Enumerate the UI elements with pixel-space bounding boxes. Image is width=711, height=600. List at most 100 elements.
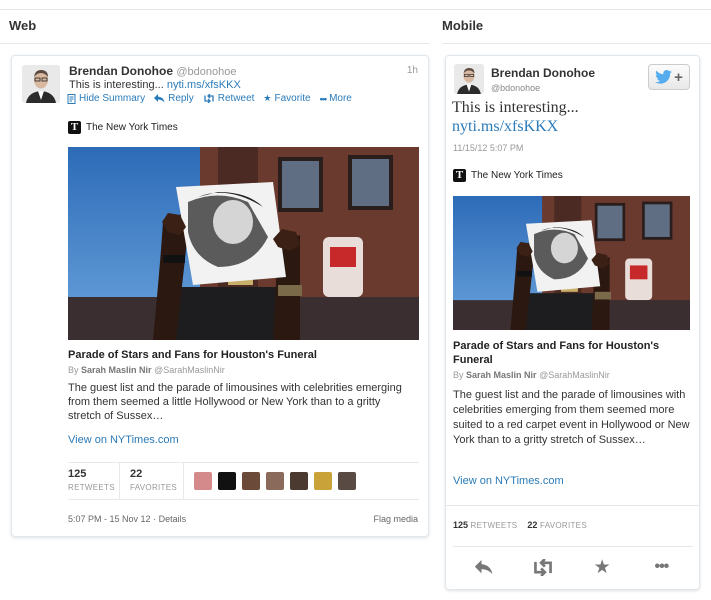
retweet-label: Retweet [217, 93, 255, 104]
article-summary: The guest list and the parade of limousi… [68, 382, 402, 422]
more-button[interactable]: ••• More [320, 93, 352, 104]
article-photo[interactable] [453, 196, 690, 330]
favorites-count: 22 [130, 468, 143, 480]
favoriter-avatar[interactable] [314, 472, 332, 490]
mobile-section-divider [442, 43, 711, 44]
tweet-link[interactable]: nyti.ms/xfsKKX [452, 117, 579, 136]
article-summary: The guest list and the parade of limousi… [453, 389, 690, 446]
retweets-count: 125 [68, 468, 87, 480]
tweet-body: This is interesting... [69, 79, 164, 91]
reply-button[interactable]: Reply [154, 93, 194, 104]
author-name[interactable]: Brendan Donohoe [491, 66, 595, 80]
footer-separator: · [153, 514, 157, 524]
byline-handle[interactable]: @SarahMaslinNir [154, 365, 225, 375]
more-button[interactable]: ••• [644, 555, 678, 579]
top-divider [0, 9, 711, 10]
stat-divider [183, 463, 184, 500]
retweets-label: RETWEETS [68, 483, 115, 492]
byline-author[interactable]: Sarah Maslin Nir [466, 370, 537, 380]
more-label: More [329, 93, 352, 104]
article-headline[interactable]: Parade of Stars and Fans for Houston's F… [68, 349, 317, 361]
mobile-tweet-card: Brendan Donohoe @bdonohoe + This is inte… [445, 55, 700, 590]
retweet-button[interactable] [526, 555, 560, 579]
author-name[interactable]: Brendan Donohoe @bdonohoe [69, 64, 236, 78]
web-section-title: Web [9, 18, 37, 33]
article-byline: By Sarah Maslin Nir @SarahMaslinNir [453, 370, 610, 380]
author-name-text[interactable]: Brendan Donohoe [69, 64, 173, 78]
nyt-logo-icon: T [453, 169, 466, 182]
star-icon: ★ [263, 93, 272, 103]
retweet-icon [204, 94, 214, 103]
divider [446, 505, 699, 506]
publisher-row[interactable]: T The New York Times [68, 121, 178, 134]
retweet-icon [533, 558, 552, 576]
favorite-button[interactable]: ★ Favorite [263, 93, 310, 104]
hide-summary-button[interactable]: Hide Summary [67, 93, 145, 104]
retweet-button[interactable]: Retweet [203, 93, 255, 104]
footer-timestamp[interactable]: 5:07 PM - 15 Nov 12 [68, 514, 151, 524]
nyt-logo-icon: T [68, 121, 81, 134]
view-on-nytimes-link[interactable]: View on NYTimes.com [453, 475, 564, 487]
more-icon: ••• [654, 558, 669, 575]
twitter-bird-icon [655, 70, 673, 84]
reply-label: Reply [168, 93, 194, 104]
web-tweet-card: Brendan Donohoe @bdonohoe 1h This is int… [11, 55, 429, 537]
star-icon: ★ [593, 556, 611, 578]
favorite-button[interactable]: ★ [585, 555, 619, 579]
byline-handle[interactable]: @SarahMaslinNir [539, 370, 610, 380]
avatar[interactable] [454, 64, 484, 94]
mobile-section-title: Mobile [442, 18, 484, 33]
favoriter-avatar[interactable] [290, 472, 308, 490]
follow-button[interactable]: + [648, 64, 690, 90]
retweets-label[interactable]: RETWEETS [471, 521, 518, 530]
byline-author[interactable]: Sarah Maslin Nir [81, 365, 152, 375]
article-byline: By Sarah Maslin Nir @SarahMaslinNir [68, 365, 225, 375]
favoriter-avatar[interactable] [338, 472, 356, 490]
favorite-label: Favorite [274, 93, 311, 104]
tweet-text: This is interesting... nyti.ms/xfsKKX [69, 79, 241, 91]
tweet-date: 11/15/12 5:07 PM [453, 143, 524, 153]
tweet-body: This is interesting... [452, 99, 579, 116]
favorites-stat[interactable]: 22 FAVORITES [130, 468, 177, 492]
byline-prefix: By [68, 365, 79, 375]
web-section-divider [0, 43, 430, 44]
details-link[interactable]: Details [159, 514, 187, 524]
publisher-name: The New York Times [86, 122, 178, 133]
publisher-row[interactable]: T The New York Times [453, 169, 563, 182]
favorites-count[interactable]: 22 [527, 520, 537, 530]
reply-button[interactable] [467, 555, 501, 579]
divider [453, 546, 693, 547]
mobile-action-bar: ★ ••• [446, 552, 699, 582]
favoriter-avatar[interactable] [194, 472, 212, 490]
plus-icon: + [674, 68, 683, 86]
favoriter-avatars [194, 472, 356, 490]
flag-media-link[interactable]: Flag media [373, 514, 418, 524]
avatar[interactable] [22, 65, 60, 103]
author-handle[interactable]: @bdonohoe [176, 66, 236, 78]
tweet-link[interactable]: nyti.ms/xfsKKX [167, 79, 241, 91]
more-icon: ••• [319, 93, 328, 104]
reply-icon [154, 94, 165, 103]
tweet-time[interactable]: 1h [407, 65, 418, 76]
article-photo[interactable] [68, 147, 419, 340]
byline-prefix: By [453, 370, 464, 380]
engagement-stats: 125 RETWEETS 22 FAVORITES [68, 462, 419, 500]
tweet-footer: 5:07 PM - 15 Nov 12 · Details [68, 514, 186, 524]
favorites-label[interactable]: FAVORITES [540, 521, 587, 530]
favoriter-avatar[interactable] [266, 472, 284, 490]
favoriter-avatar[interactable] [218, 472, 236, 490]
favoriter-avatar[interactable] [242, 472, 260, 490]
favorites-label: FAVORITES [130, 483, 178, 492]
view-on-nytimes-link[interactable]: View on NYTimes.com [68, 434, 179, 446]
publisher-name: The New York Times [471, 170, 563, 181]
tweet-actions: Hide Summary Reply Retweet ★ Favorite ••… [67, 93, 352, 104]
hide-summary-label: Hide Summary [79, 93, 146, 104]
stat-divider [119, 463, 120, 500]
summary-icon [67, 93, 76, 104]
engagement-stats: 125 RETWEETS 22 FAVORITES [453, 520, 587, 530]
retweets-count[interactable]: 125 [453, 520, 468, 530]
retweets-stat[interactable]: 125 RETWEETS [68, 468, 115, 492]
author-handle[interactable]: @bdonohoe [491, 83, 540, 93]
article-headline[interactable]: Parade of Stars and Fans for Houston's F… [453, 339, 693, 367]
tweet-text: This is interesting... nyti.ms/xfsKKX [452, 98, 579, 136]
